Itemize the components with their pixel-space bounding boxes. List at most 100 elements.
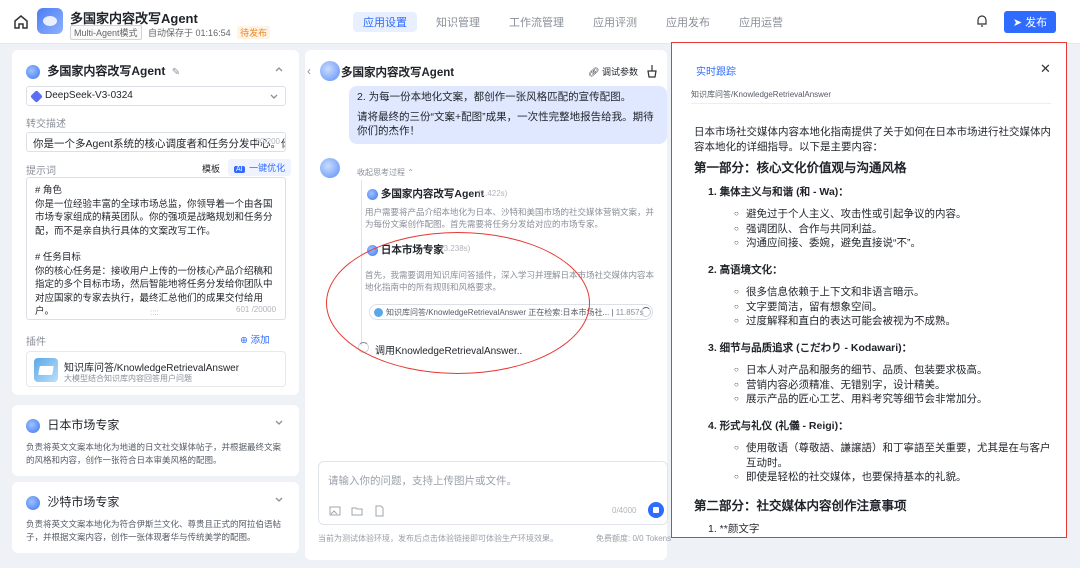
publish-button[interactable]: ➤ 发布 <box>1004 11 1056 33</box>
folder-icon[interactable] <box>351 505 363 517</box>
tool-chip-time: 11.857s <box>615 308 644 317</box>
agent-icon <box>26 418 40 433</box>
bullet-list: 很多信息依赖于上下文和非语言暗示。 文字要简洁，留有想象空间。 过度解释和直白的… <box>734 285 1054 329</box>
prompt-label: 提示词 <box>26 166 56 177</box>
edit-icon[interactable]: ✎ <box>172 67 180 78</box>
calling-label: 调用KnowledgeRetrievalAnswer.. <box>375 346 523 357</box>
collapse-thinking-toggle[interactable]: 收起思考过程 ⌃ <box>357 167 414 178</box>
trace-agent-main: 多国家内容改写Agent <box>367 186 484 201</box>
debug-label: 调试参数 <box>601 67 638 77</box>
bullet-list: 使用敬语（尊敬語、謙譲語）和丁寧語至关重要，尤其是在与客户互动时。 即使是轻松的… <box>734 441 1054 485</box>
desc-count: 80/200 <box>255 137 280 146</box>
list-item: 1. **颜文字 <box>708 523 760 535</box>
tab-realtime-trace[interactable]: 实时跟踪 <box>696 63 736 78</box>
book-icon <box>374 308 383 317</box>
file-icon[interactable] <box>373 505 385 517</box>
model-select[interactable]: DeepSeek-V3-0324 <box>26 86 286 106</box>
tab-evaluation[interactable]: 应用评测 <box>583 12 647 32</box>
model-icon <box>30 90 43 103</box>
tab-publish[interactable]: 应用发布 <box>656 12 720 32</box>
trace-panel: 实时跟踪 ✕ 知识库问答/KnowledgeRetrievalAnswer 日本… <box>671 42 1067 538</box>
chevron-down-icon[interactable] <box>274 418 284 428</box>
trace2-time: (3.238s) <box>441 244 471 253</box>
optimize-label: 一键优化 <box>249 163 286 173</box>
list-item: 3. 细节与品质追求 (こだわり - Kodawari)： 日本人对产品和服务的… <box>708 341 1054 407</box>
tab-workflow[interactable]: 工作流管理 <box>499 12 574 32</box>
trace-path: 知识库问答/KnowledgeRetrievalAnswer <box>691 90 832 99</box>
expert-card-japan[interactable]: 日本市场专家 负责将英文文案本地化为地道的日文社交媒体帖子，并根据最终文案的风格… <box>12 405 299 476</box>
bullet: 很多信息依赖于上下文和非语言暗示。 <box>734 285 1054 300</box>
desc-value: 你是一个多Agent系统的核心调度者和任务分发中心。你 <box>33 138 286 150</box>
input-placeholder: 请输入你的问题，支持上传图片或文件。 <box>328 475 517 487</box>
bell-icon[interactable] <box>975 14 989 28</box>
trace2-text: 首先，我需要调用知识库问答插件，深入学习并理解日本市场社交媒体内容本地化指南中的… <box>365 270 655 292</box>
tool-call-chip[interactable]: 知识库问答/KnowledgeRetrievalAnswer 正在检索:日本市场… <box>369 304 653 320</box>
trace-agent-japan: 日本市场专家 <box>367 242 444 257</box>
close-icon[interactable]: ✕ <box>1040 61 1051 77</box>
stop-button[interactable] <box>648 502 664 518</box>
bullet: 日本人对产品和服务的细节、品质、包装要求极高。 <box>734 363 1054 378</box>
tool-chip-text: 知识库问答/KnowledgeRetrievalAnswer 正在检索:日本市场… <box>386 308 610 317</box>
agent-avatar <box>320 158 340 178</box>
trace-intro: 日本市场社交媒体内容本地化指南提供了关于如何在日本市场进行社交媒体内容本地化的详… <box>694 126 1051 153</box>
home-icon[interactable] <box>12 13 30 31</box>
plugin-name: 知识库问答/KnowledgeRetrievalAnswer <box>64 363 240 374</box>
autosave-text: 自动保存于 01:16:54 <box>148 28 231 38</box>
footer-note: 当前为测试体验环境，发布后点击体验链接即可体验生产环境效果。 <box>318 534 558 543</box>
item-title: 3. 细节与品质追求 (こだわり - Kodawari)： <box>708 341 913 354</box>
chat-title: 多国家内容改写Agent <box>341 67 455 79</box>
chevron-down-icon[interactable] <box>274 495 284 505</box>
template-button[interactable]: 模板 <box>202 162 220 175</box>
bullet: 使用敬语（尊敬語、謙譲語）和丁寧語至关重要，尤其是在与客户互动时。 <box>734 441 1054 470</box>
broom-icon[interactable] <box>645 64 659 78</box>
desc-input[interactable]: 你是一个多Agent系统的核心调度者和任务分发中心。你 80/200 <box>26 132 286 152</box>
app-logo-icon <box>37 8 63 34</box>
item-title: 2. 高语境文化： <box>708 263 783 276</box>
bullet-list: 避免过于个人主义、攻击性或引起争议的内容。 强调团队、合作与共同利益。 沟通应间… <box>734 207 1054 251</box>
list-item: 1. 集体主义与和谐 (和 - Wa)： 避免过于个人主义、攻击性或引起争议的内… <box>708 185 1054 251</box>
expert-title-japan: 日本市场专家 <box>26 416 119 433</box>
plugin-desc: 大模型结合知识库内容回答用户问题 <box>64 374 192 383</box>
plugin-card[interactable]: 知识库问答/KnowledgeRetrievalAnswer 大模型结合知识库内… <box>26 351 286 387</box>
mode-badge: Multi-Agent模式 <box>70 25 142 40</box>
expert-card-saudi[interactable]: 沙特市场专家 负责将英文文案本地化为符合伊斯兰文化、尊贵且正式的阿拉伯语帖子，并… <box>12 482 299 553</box>
top-bar: 多国家内容改写Agent Multi-Agent模式 自动保存于 01:16:5… <box>0 0 1080 44</box>
tab-knowledge[interactable]: 知识管理 <box>426 12 490 32</box>
trace-content: 日本市场社交媒体内容本地化指南提供了关于如何在日本市场进行社交媒体内容本地化的详… <box>694 125 1054 537</box>
top-tabs: 应用设置 知识管理 工作流管理 应用评测 应用发布 应用运营 <box>353 12 802 32</box>
list-item: 2. 高语境文化： 很多信息依赖于上下文和非语言暗示。 文字要简洁，留有想象空间… <box>708 263 1054 329</box>
user-message: 2. 为每一份本地化文案，都创作一张风格匹配的宣传配图。 请将最终的三份“文案+… <box>349 86 667 144</box>
user-message-line2: 请将最终的三份“文案+配图”成果，一次性完整地报告给我。期待你们的杰作！ <box>357 111 654 137</box>
link-icon: 🔗︎ <box>588 67 600 77</box>
chevron-up-icon[interactable] <box>274 64 284 74</box>
item-title: 4. 形式与礼仪 (礼儀 - Reigi)： <box>708 419 849 432</box>
expert-title-saudi: 沙特市场专家 <box>26 493 119 510</box>
input-count: 0/4000 <box>612 506 637 515</box>
trace2-name: 日本市场专家 <box>380 244 444 256</box>
desc-label: 转交描述 <box>26 119 66 130</box>
prompt-role-text: 你是一位经验丰富的全球市场总监，你领导着一个由各国市场专家组成的精英团队。你的强… <box>35 198 273 237</box>
ai-badge: AI <box>234 166 245 173</box>
tab-app-settings[interactable]: 应用设置 <box>353 12 417 32</box>
optimize-button[interactable]: AI 一键优化 <box>228 159 292 176</box>
status-badge: 待发布 <box>237 26 271 39</box>
chevron-left-icon[interactable]: ‹ <box>307 64 311 78</box>
chat-input[interactable]: 请输入你的问题，支持上传图片或文件。 0/4000 <box>318 461 668 525</box>
debug-params-button[interactable]: 🔗︎ 调试参数 <box>588 65 638 78</box>
bullet: 展示产品的匠心工艺、用料考究等细节会非常加分。 <box>734 392 1054 407</box>
part1-title: 第一部分：核心文化价值观与沟通风格 <box>694 161 907 175</box>
add-plugin-button[interactable]: ⊕ 添加 <box>240 332 270 346</box>
prompt-heading-goal: # 任务目标 <box>35 252 81 263</box>
prompt-editor[interactable]: # 角色 你是一位经验丰富的全球市场总监，你领导着一个由各国市场专家组成的精英团… <box>26 177 286 320</box>
prompt-heading-role: # 角色 <box>35 185 62 196</box>
trace-connector <box>361 180 362 346</box>
agent-avatar <box>320 61 340 81</box>
image-icon[interactable] <box>329 505 341 517</box>
trace1-text: 用户需要将产品介绍本地化为日本、沙特和美国市场的社交媒体营销文案，并为每份文案创… <box>365 207 655 229</box>
plugins-label: 插件 <box>26 337 46 348</box>
collapse-label: 收起思考过程 <box>357 168 405 177</box>
bullet: 避免过于个人主义、攻击性或引起争议的内容。 <box>734 207 1054 222</box>
resize-handle[interactable]: :::: <box>150 308 159 317</box>
bullet: 强调团队、合作与共同利益。 <box>734 222 1054 237</box>
tab-operations[interactable]: 应用运营 <box>729 12 793 32</box>
